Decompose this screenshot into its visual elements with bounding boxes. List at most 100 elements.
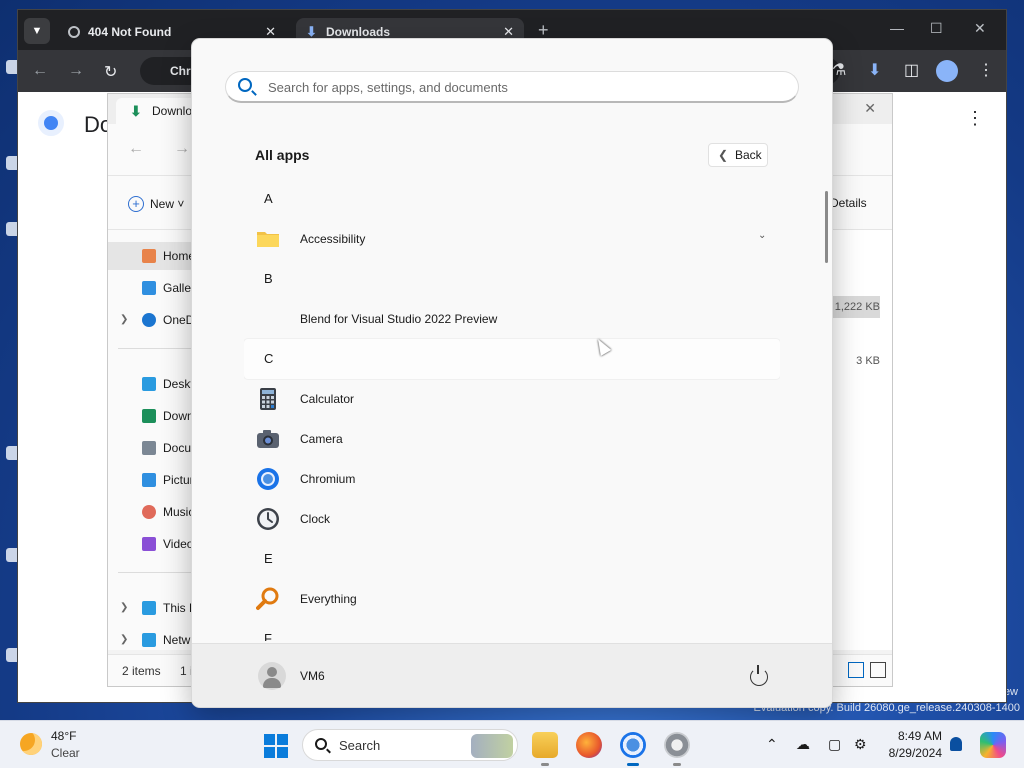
download-icon: ⬇ [306,24,317,39]
firefox-taskbar-icon[interactable] [576,732,602,758]
explorer-tab-title: Downlo [152,104,193,118]
taskbar-search[interactable]: Search [302,729,518,761]
tab-search-button[interactable]: ▼ [24,18,50,44]
back-label: Back [735,148,762,162]
chromium-icon [257,468,279,490]
search-highlight-icon [471,734,513,758]
download-icon: ⬇ [130,103,142,119]
weather-condition[interactable]: Clear [51,746,80,760]
menu-icon[interactable]: ⋮ [978,60,994,80]
everything-icon [256,587,279,610]
details-view-icon[interactable] [848,662,864,678]
details-button[interactable]: Details [830,196,867,210]
folder-icon [257,232,279,247]
start-button[interactable] [264,734,288,758]
close-window-button[interactable]: ✕ [974,20,986,37]
group-header-a[interactable]: A [244,179,780,219]
close-icon[interactable]: ✕ [864,100,876,117]
chromium-logo [38,110,64,136]
tab-title: Downloads [326,25,391,39]
group-header-f[interactable]: F [244,619,780,641]
more-icon[interactable]: ⋮ [966,108,984,129]
group-header-e[interactable]: E [244,539,780,579]
cloud-icon [142,313,156,327]
copilot-icon[interactable] [980,732,1006,758]
navigation-pane: Home Galler ❯ OneD Deskt Down Docu Pictur… [108,230,192,650]
labs-icon[interactable]: ⚗ [832,60,846,80]
back-icon[interactable]: ← [32,62,48,80]
file-size[interactable]: 1,222 KB [832,296,880,318]
document-icon [142,441,156,455]
group-header-b[interactable]: B [244,259,780,299]
item-count: 2 items [122,664,161,678]
settings-taskbar-icon[interactable] [664,732,690,766]
start-footer: VM6 [192,643,832,707]
video-icon [142,537,156,551]
chromium-taskbar-icon[interactable] [620,732,646,766]
divider [118,348,192,349]
user-name[interactable]: VM6 [300,669,325,683]
weather-moon-icon[interactable] [20,733,42,755]
forward-icon[interactable]: → [174,140,190,158]
globe-icon [68,26,80,38]
chevron-right-icon[interactable]: ❯ [120,626,128,654]
clock-time[interactable]: 8:49 AM [870,729,942,743]
minimize-button[interactable]: — [890,20,904,36]
chevron-up-icon[interactable]: ⌃ [766,736,778,753]
chevron-right-icon[interactable]: ❯ [120,594,128,622]
clock-date[interactable]: 8/29/2024 [870,746,942,760]
sidebar-item-desktop[interactable]: Deskt [108,370,192,398]
accessibility-icon[interactable]: ⚙ [854,736,867,753]
app-chromium[interactable]: Chromium [244,459,780,499]
back-button[interactable]: ❮ Back [708,143,768,167]
power-icon[interactable] [750,665,768,686]
sidebar-item-home[interactable]: Home [108,242,192,270]
sidebar-item-downloads[interactable]: Down [108,402,192,430]
chevron-right-icon[interactable]: ❯ [120,306,128,334]
file-size[interactable]: 3 KB [832,350,880,372]
chevron-down-icon[interactable]: ⌄ [758,230,766,241]
camera-icon [257,430,279,448]
music-icon [142,505,156,519]
app-camera[interactable]: Camera [244,419,780,459]
group-header-c[interactable]: C [244,339,780,379]
search-placeholder: Search for apps, settings, and documents [268,80,508,95]
app-accessibility[interactable]: Accessibility ⌄ [244,219,780,259]
notification-bell-icon[interactable] [950,737,962,751]
sidebar-item-network[interactable]: ❯ Netw [108,626,192,654]
sidebar-item-documents[interactable]: Docu [108,434,192,462]
app-clock[interactable]: Clock [244,499,780,539]
reload-icon[interactable]: ↻ [104,62,117,82]
display-icon[interactable]: ▢ [828,736,841,753]
sidebar-item-pictures[interactable]: Pictur [108,466,192,494]
app-blend[interactable]: Blend for Visual Studio 2022 Preview [244,299,780,339]
back-icon[interactable]: ← [128,140,144,158]
scrollbar[interactable] [825,191,828,263]
sidebar-item-videos[interactable]: Video [108,530,192,558]
app-list: A Accessibility ⌄ B Blend for Visual Stu… [244,179,780,641]
new-tab-button[interactable]: + [538,20,549,41]
sidebar-item-onedrive[interactable]: ❯ OneD [108,306,192,334]
network-offline-icon[interactable]: ☁ [796,736,810,753]
download-icon[interactable]: ⬇ [868,60,881,80]
app-calculator[interactable]: Calculator [244,379,780,419]
sidebar-item-gallery[interactable]: Galler [108,274,192,302]
tab-title: 404 Not Found [88,25,172,39]
new-button[interactable]: + New ˅ [128,196,184,212]
tiles-view-icon[interactable] [870,662,886,678]
start-search-input[interactable]: Search for apps, settings, and documents [225,71,799,103]
new-label: New [150,197,175,211]
app-everything[interactable]: Everything [244,579,780,619]
weather-temperature[interactable]: 48°F [51,729,76,743]
forward-icon[interactable]: → [68,62,84,80]
download-icon [142,409,156,423]
file-explorer-taskbar-icon[interactable] [532,732,558,766]
side-panel-icon[interactable]: ◫ [904,60,919,80]
maximize-button[interactable]: ☐ [930,20,943,37]
profile-avatar[interactable] [936,60,958,82]
sidebar-item-music[interactable]: Music [108,498,192,526]
desktop-icon [142,377,156,391]
watermark-line1: ew [1003,686,1018,698]
sidebar-item-this-pc[interactable]: ❯This P [108,594,192,622]
user-avatar[interactable] [258,662,286,690]
